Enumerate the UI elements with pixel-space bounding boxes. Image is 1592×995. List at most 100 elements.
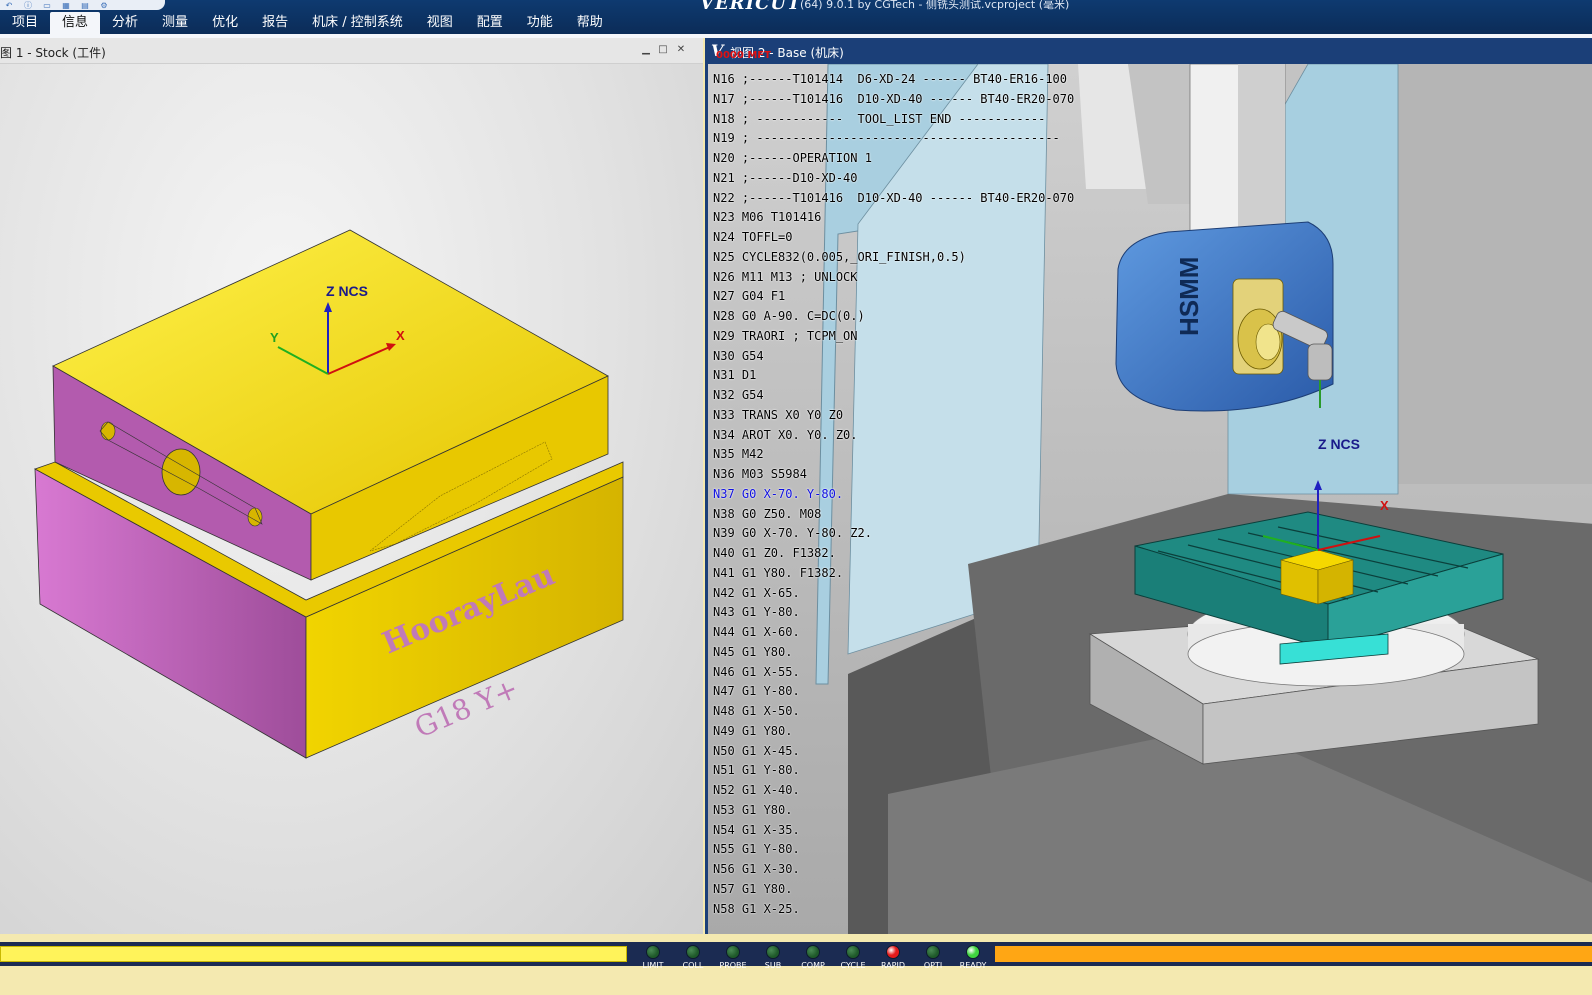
menu-item-2[interactable]: 分析 xyxy=(100,12,150,34)
nc-line[interactable]: N55 G1 Y-80. xyxy=(713,840,1074,860)
menu-item-3[interactable]: 测量 xyxy=(150,12,200,34)
nc-line[interactable]: N20 ;------OPERATION 1 xyxy=(713,149,1074,169)
nc-line[interactable]: N25 CYCLE832(0.005,_ORI_FINISH,0.5) xyxy=(713,248,1074,268)
nc-line[interactable]: N50 G1 X-45. xyxy=(713,742,1074,762)
undo-icon[interactable]: ↶ xyxy=(4,1,14,9)
spindle-brand: HSMM xyxy=(1174,257,1204,336)
ncs-label: Z NCS xyxy=(326,283,368,299)
menu-item-1[interactable]: 信息 xyxy=(50,12,101,34)
nc-line[interactable]: N18 ; ------------ TOOL_LIST END -------… xyxy=(713,110,1074,130)
nc-line[interactable]: N29 TRAORI ; TCPM_ON xyxy=(713,327,1074,347)
column-right-face xyxy=(1398,64,1592,484)
maximize-icon[interactable]: □ xyxy=(657,44,669,56)
nc-line[interactable]: N32 G54 xyxy=(713,386,1074,406)
close-icon[interactable]: ✕ xyxy=(675,44,687,56)
nc-line[interactable]: N39 G0 X-70. Y-80. Z2. xyxy=(713,524,1074,544)
stock-view-header: 图 1 - Stock (工件) ▁ □ ✕ xyxy=(0,38,703,64)
nc-line[interactable]: N17 ;------T101416 D10-XD-40 ------ BT40… xyxy=(713,90,1074,110)
led-icon xyxy=(766,945,780,959)
indicator-ready: READY xyxy=(953,943,993,973)
nc-line[interactable]: N38 G0 Z50. M08 xyxy=(713,505,1074,525)
y-axis-label: Y xyxy=(270,330,279,345)
menu-item-7[interactable]: 视图 xyxy=(415,12,465,34)
simulation-remaining-bar xyxy=(995,946,1592,962)
nc-line[interactable]: N36 M03 S5984 xyxy=(713,465,1074,485)
nc-line[interactable]: N22 ;------T101416 D10-XD-40 ------ BT40… xyxy=(713,189,1074,209)
nc-line[interactable]: N19 ; ----------------------------------… xyxy=(713,129,1074,149)
nc-program-listing[interactable]: N16 ;------T101414 D6-XD-24 ------ BT40-… xyxy=(713,70,1074,919)
angle-head-spindle xyxy=(1307,343,1333,381)
new-file-icon[interactable]: ▭ xyxy=(42,1,52,9)
nc-line[interactable]: N33 TRANS X0 Y0 Z0 xyxy=(713,406,1074,426)
indicator-panel: LIMIT COLL PROBE SUB COMP CYCLE RAPID OPTI READY xyxy=(633,943,993,973)
simulation-progress-bar xyxy=(0,946,627,962)
nc-line[interactable]: N35 M42 xyxy=(713,445,1074,465)
led-icon xyxy=(806,945,820,959)
nc-line[interactable]: N56 G1 X-30. xyxy=(713,860,1074,880)
nc-line[interactable]: N53 G1 Y80. xyxy=(713,801,1074,821)
menu-item-4[interactable]: 优化 xyxy=(200,12,250,34)
machine-view-panel[interactable]: V 视图 2 - Base (机床) 0000 MFT Z NCS X HSMM… xyxy=(705,38,1592,934)
stock-view-panel[interactable]: 图 1 - Stock (工件) ▁ □ ✕ HoorayLau G18 Y+ … xyxy=(0,38,703,934)
title-bar: ↶ ⓘ ▭ ▦ ▤ ⚙ VERICUT (64) 9.0.1 by CGTech… xyxy=(0,0,1592,34)
nc-line[interactable]: N48 G1 X-50. xyxy=(713,702,1074,722)
save-icon[interactable]: ▤ xyxy=(80,1,90,9)
spindle-ram-shadow xyxy=(1238,64,1285,234)
nc-line[interactable]: N41 G1 Y80. F1382. xyxy=(713,564,1074,584)
nc-line[interactable]: N16 ;------T101414 D6-XD-24 ------ BT40-… xyxy=(713,70,1074,90)
nc-line[interactable]: N21 ;------D10-XD-40 xyxy=(713,169,1074,189)
nc-line[interactable]: N42 G1 X-65. xyxy=(713,584,1074,604)
nc-line[interactable]: N47 G1 Y-80. xyxy=(713,682,1074,702)
nc-line[interactable]: N23 M06 T101416 xyxy=(713,208,1074,228)
machine-view-header: V 视图 2 - Base (机床) 0000 MFT xyxy=(708,38,1592,64)
stock-3d-model[interactable]: HoorayLau G18 Y+ Z NCS X Y xyxy=(0,64,703,934)
machine-x-label: X xyxy=(1380,498,1389,513)
nc-line[interactable]: N31 D1 xyxy=(713,366,1074,386)
nc-line[interactable]: N26 M11 M13 ; UNLOCK xyxy=(713,268,1074,288)
nc-line[interactable]: N44 G1 X-60. xyxy=(713,623,1074,643)
menu-item-5[interactable]: 报告 xyxy=(250,12,300,34)
nc-line[interactable]: N46 G1 X-55. xyxy=(713,663,1074,683)
settings-icon[interactable]: ⚙ xyxy=(99,1,109,9)
nc-line[interactable]: N45 G1 Y80. xyxy=(713,643,1074,663)
nc-line[interactable]: N52 G1 X-40. xyxy=(713,781,1074,801)
indicator-label: CYCLE xyxy=(840,961,866,970)
nc-line[interactable]: N49 G1 Y80. xyxy=(713,722,1074,742)
nc-line[interactable]: N30 G54 xyxy=(713,347,1074,367)
nc-line[interactable]: N57 G1 Y80. xyxy=(713,880,1074,900)
info-icon[interactable]: ⓘ xyxy=(23,1,33,9)
status-bar: LIMIT COLL PROBE SUB COMP CYCLE RAPID OPTI READY xyxy=(0,934,1592,995)
nc-line[interactable]: N34 AROT X0. Y0. Z0. xyxy=(713,426,1074,446)
indicator-label: PROBE xyxy=(719,961,747,970)
led-icon xyxy=(726,945,740,959)
indicator-sub: SUB xyxy=(753,943,793,973)
nc-line[interactable]: N24 TOFFL=0 xyxy=(713,228,1074,248)
nc-line[interactable]: N58 G1 X-25. xyxy=(713,900,1074,920)
led-icon xyxy=(686,945,700,959)
menu-item-9[interactable]: 功能 xyxy=(515,12,565,34)
menu-item-8[interactable]: 配置 xyxy=(465,12,515,34)
nc-line[interactable]: N54 G1 X-35. xyxy=(713,821,1074,841)
indicator-label: RAPID xyxy=(880,961,906,970)
indicator-label: SUB xyxy=(764,961,782,970)
indicator-label: OPTI xyxy=(923,961,943,970)
document-title: (64) 9.0.1 by CGTech - 侧铣头测试.vcproject (… xyxy=(800,0,1070,11)
nc-line[interactable]: N28 G0 A-90. C=DC(0.) xyxy=(713,307,1074,327)
led-icon xyxy=(926,945,940,959)
menu-item-10[interactable]: 帮助 xyxy=(565,12,615,34)
indicator-label: READY xyxy=(959,961,987,970)
nc-line[interactable]: N43 G1 Y-80. xyxy=(713,603,1074,623)
indicator-probe: PROBE xyxy=(713,943,753,973)
nc-line[interactable]: N40 G1 Z0. F1382. xyxy=(713,544,1074,564)
indicator-rapid: RAPID xyxy=(873,943,913,973)
nc-current-line[interactable]: N37 G0 X-70. Y-80. xyxy=(713,485,1074,505)
nc-line[interactable]: N27 G04 F1 xyxy=(713,287,1074,307)
nc-line[interactable]: N51 G1 Y-80. xyxy=(713,761,1074,781)
minimize-icon[interactable]: ▁ xyxy=(640,44,652,56)
machine-ncs-label: Z NCS xyxy=(1318,436,1360,452)
menu-item-0[interactable]: 项目 xyxy=(0,12,50,34)
led-icon xyxy=(846,945,860,959)
layout-icon[interactable]: ▦ xyxy=(61,1,71,9)
status-badge: 0000 MFT xyxy=(716,50,771,61)
menu-item-6[interactable]: 机床 / 控制系统 xyxy=(300,12,415,34)
